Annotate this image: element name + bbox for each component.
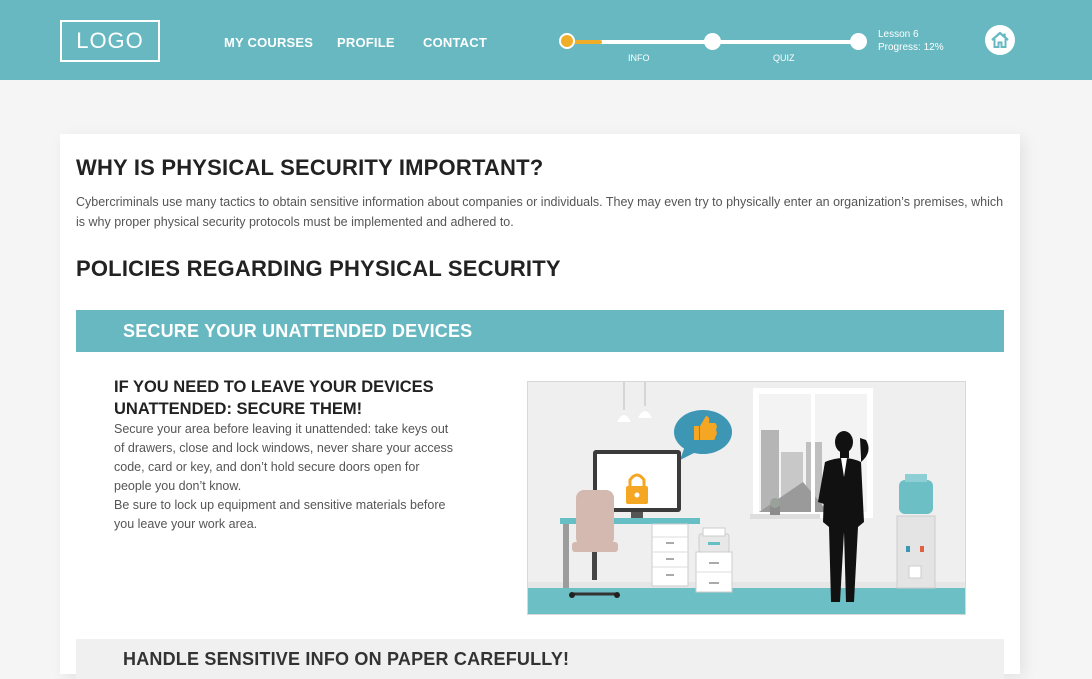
lesson-number: Lesson 6 xyxy=(878,29,919,40)
policy-subheading: IF YOU NEED TO LEAVE YOUR DEVICES UNATTE… xyxy=(114,378,434,418)
policy-paragraph: Secure your area before leaving it unatt… xyxy=(114,422,454,493)
policy-banner-label: SECURE YOUR UNATTENDED DEVICES xyxy=(123,321,473,341)
nav-my-courses[interactable]: MY COURSES xyxy=(224,35,313,50)
home-button[interactable] xyxy=(985,25,1015,55)
progress-percent: Progress: 12% xyxy=(878,42,944,53)
office-scene-image xyxy=(528,382,965,614)
policy-banner-devices: SECURE YOUR UNATTENDED DEVICES xyxy=(76,310,1004,352)
lesson-info: Lesson 6 Progress: 12% xyxy=(878,28,944,54)
water-cooler-graphic xyxy=(896,474,936,589)
top-navigation-bar: LOGO MY COURSES PROFILE CONTACT INFO QUI… xyxy=(0,0,1092,80)
section-title-importance: WHY IS PHYSICAL SECURITY IMPORTANT? xyxy=(76,155,544,180)
policy-body: Secure your area before leaving it unatt… xyxy=(114,420,459,534)
intro-paragraph: Cybercriminals use many tactics to obtai… xyxy=(76,195,1004,229)
policy-paragraph: Be sure to lock up equipment and sensiti… xyxy=(114,498,446,531)
progress-node-info[interactable] xyxy=(704,33,721,50)
section-title-policies: POLICIES REGARDING PHYSICAL SECURITY xyxy=(76,256,561,281)
home-icon xyxy=(991,31,1009,48)
lesson-content-card: WHY IS PHYSICAL SECURITY IMPORTANT? Cybe… xyxy=(60,134,1020,679)
progress-label-quiz: QUIZ xyxy=(773,53,795,63)
thumbs-up-bubble xyxy=(674,410,732,460)
progress-label-info: INFO xyxy=(628,53,650,63)
progress-node-quiz[interactable] xyxy=(850,33,867,50)
nav-profile[interactable]: PROFILE xyxy=(337,35,395,50)
nav-contact[interactable]: CONTACT xyxy=(423,35,487,50)
policy-banner-paper: HANDLE SENSITIVE INFO ON PAPER CAREFULLY… xyxy=(76,639,1004,679)
office-illustration xyxy=(527,381,966,615)
progress-marker-current xyxy=(559,33,575,49)
logo[interactable]: LOGO xyxy=(60,20,160,62)
